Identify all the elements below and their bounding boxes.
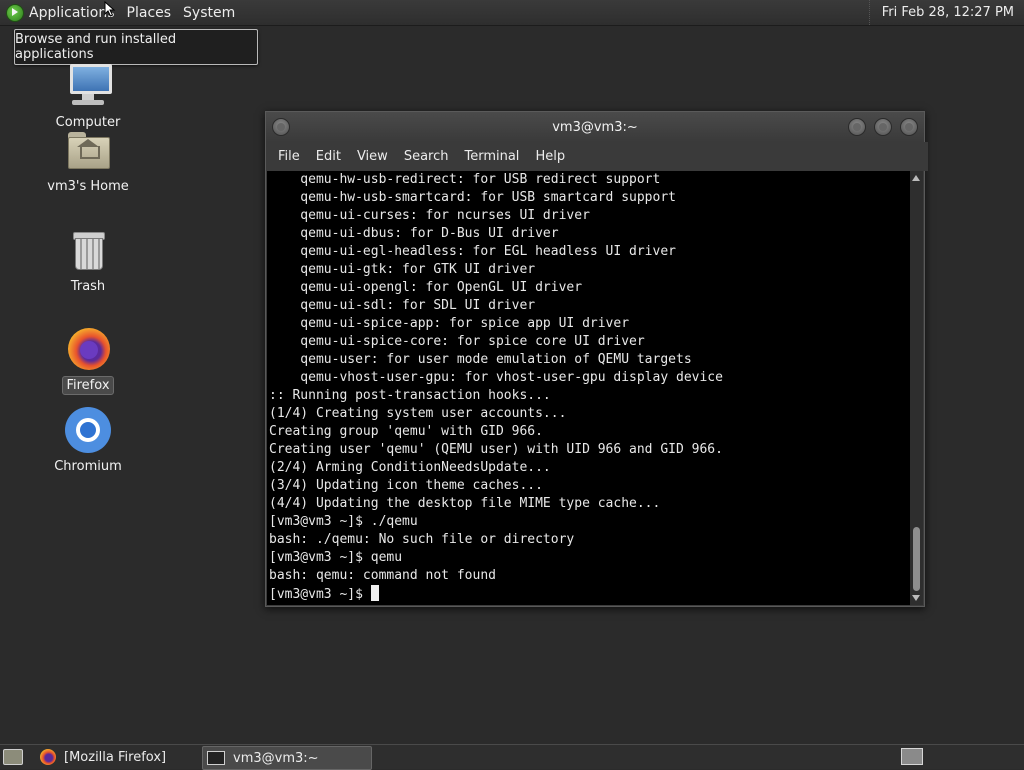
terminal-line: qemu-user: for user mode emulation of QE…: [269, 352, 692, 367]
home-folder-icon: [64, 126, 112, 174]
applications-menu[interactable]: Applications: [0, 0, 121, 25]
terminal-line: qemu-ui-opengl: for OpenGL UI driver: [269, 280, 583, 295]
scroll-down-icon[interactable]: [912, 595, 920, 601]
terminal-line: (3/4) Updating icon theme caches...: [269, 478, 543, 493]
menu-edit[interactable]: Edit: [308, 149, 349, 164]
terminal-line: qemu-ui-gtk: for GTK UI driver: [269, 262, 536, 277]
system-menu[interactable]: System: [177, 0, 241, 25]
terminal-window: vm3@vm3:~ File Edit View Search Terminal…: [265, 111, 928, 607]
chromium-icon: [64, 406, 112, 454]
maximize-button[interactable]: [874, 118, 892, 136]
terminal-line: qemu-hw-usb-redirect: for USB redirect s…: [269, 172, 661, 187]
taskbar-item-label: [Mozilla Firefox]: [64, 749, 167, 765]
desktop-icon-computer[interactable]: Computer: [33, 62, 143, 131]
top-panel: Applications Places System Fri Feb 28, 1…: [0, 0, 1024, 26]
desktop-icon-label: Firefox: [62, 376, 114, 395]
desktop-icon-label: Chromium: [54, 459, 122, 474]
places-menu-label: Places: [126, 4, 172, 21]
firefox-icon: [64, 324, 112, 372]
terminal-line: qemu-hw-usb-smartcard: for USB smartcard…: [269, 190, 676, 205]
desktop-icon-firefox[interactable]: Firefox: [33, 324, 143, 395]
terminal-line: [vm3@vm3 ~]$ qemu: [269, 550, 403, 565]
system-menu-label: System: [183, 4, 236, 21]
terminal-line: qemu-ui-sdl: for SDL UI driver: [269, 298, 536, 313]
terminal-line: (1/4) Creating system user accounts...: [269, 406, 567, 421]
desktop-icon-label: Trash: [70, 279, 106, 294]
scroll-up-icon[interactable]: [912, 175, 920, 181]
terminal-icon: [207, 751, 225, 765]
desktop-icon-label: vm3's Home: [47, 179, 129, 194]
applications-icon: [6, 3, 24, 22]
menu-help[interactable]: Help: [527, 149, 573, 164]
taskbar-item-label: vm3@vm3:~: [233, 750, 319, 766]
terminal-title: vm3@vm3:~: [552, 120, 638, 135]
places-menu[interactable]: Places: [121, 0, 178, 25]
terminal-line: bash: qemu: command not found: [269, 568, 496, 583]
trash-icon: [64, 226, 112, 274]
workspace-switcher[interactable]: [901, 748, 923, 765]
desktop-icon-chromium[interactable]: Chromium: [33, 406, 143, 475]
terminal-line: qemu-ui-spice-core: for spice core UI dr…: [269, 334, 645, 349]
show-desktop-icon[interactable]: [3, 749, 23, 765]
text-cursor: [370, 585, 379, 601]
clock[interactable]: Fri Feb 28, 12:27 PM: [868, 0, 1024, 25]
terminal-line: qemu-vhost-user-gpu: for vhost-user-gpu …: [269, 370, 723, 385]
menu-view[interactable]: View: [349, 149, 396, 164]
applications-menu-label: Applications: [29, 4, 115, 21]
taskbar-item-terminal[interactable]: vm3@vm3:~: [202, 746, 372, 770]
mouse-cursor-icon: [104, 1, 116, 17]
terminal-menubar: File Edit View Search Terminal Help: [266, 142, 928, 171]
terminal-prompt-line[interactable]: [vm3@vm3 ~]$: [267, 585, 910, 603]
menu-terminal[interactable]: Terminal: [456, 149, 527, 164]
terminal-line: Creating group 'qemu' with GID 966.: [269, 424, 543, 439]
terminal-line: Creating user 'qemu' (QEMU user) with UI…: [269, 442, 723, 457]
terminal-line: qemu-ui-dbus: for D-Bus UI driver: [269, 226, 559, 241]
terminal-prompt: [vm3@vm3 ~]$: [269, 587, 371, 602]
menu-search[interactable]: Search: [396, 149, 457, 164]
terminal-scrollbar[interactable]: [910, 171, 923, 605]
tooltip: Browse and run installed applications: [14, 29, 258, 65]
terminal-line: qemu-ui-egl-headless: for EGL headless U…: [269, 244, 676, 259]
scroll-thumb[interactable]: [913, 527, 920, 591]
desktop-icon-home[interactable]: vm3's Home: [33, 126, 143, 195]
terminal-line: qemu-ui-spice-app: for spice app UI driv…: [269, 316, 630, 331]
terminal-line: [vm3@vm3 ~]$ ./qemu: [269, 514, 418, 529]
minimize-button[interactable]: [848, 118, 866, 136]
computer-icon: [64, 62, 112, 110]
terminal-line: (4/4) Updating the desktop file MIME typ…: [269, 496, 661, 511]
terminal-line: (2/4) Arming ConditionNeedsUpdate...: [269, 460, 551, 475]
terminal-line: :: Running post-transaction hooks...: [269, 388, 551, 403]
bottom-panel: [Mozilla Firefox] vm3@vm3:~: [0, 744, 1024, 770]
terminal-line: bash: ./qemu: No such file or directory: [269, 532, 575, 547]
terminal-output[interactable]: qemu-hw-usb-redirect: for USB redirect s…: [267, 171, 910, 605]
firefox-icon: [40, 749, 56, 765]
menu-file[interactable]: File: [270, 149, 308, 164]
close-button[interactable]: [900, 118, 918, 136]
terminal-titlebar[interactable]: vm3@vm3:~: [266, 112, 924, 142]
taskbar-item-firefox[interactable]: [Mozilla Firefox]: [36, 746, 200, 768]
terminal-line: qemu-ui-curses: for ncurses UI driver: [269, 208, 590, 223]
desktop-icon-trash[interactable]: Trash: [33, 226, 143, 295]
